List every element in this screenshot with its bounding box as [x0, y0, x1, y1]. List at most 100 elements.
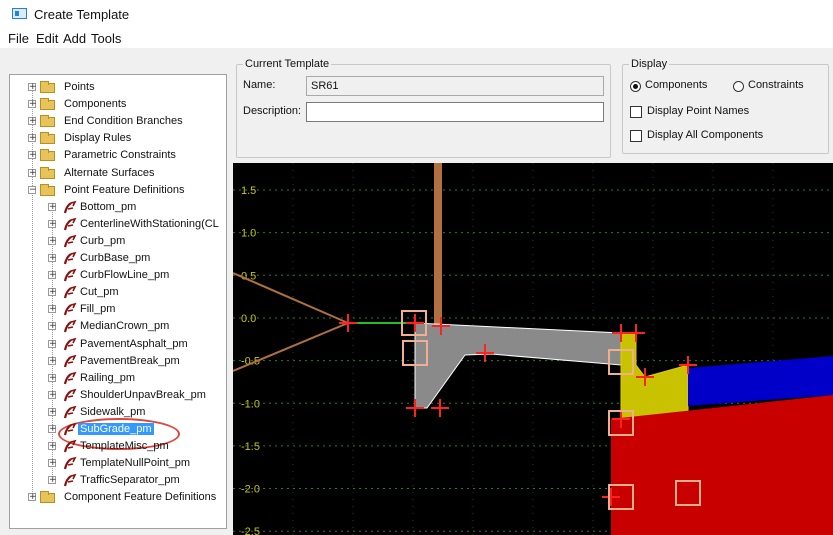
expand-icon[interactable]: +: [48, 373, 57, 382]
y-tick-label: 1.0: [241, 228, 256, 240]
y-tick-label: 0.0: [241, 313, 256, 325]
tree-item-point-feature[interactable]: + CurbFlowLine_pm: [10, 268, 226, 284]
tree-item-point-feature[interactable]: + TemplateNullPoint_pm: [10, 456, 226, 472]
tree-item-point-feature[interactable]: + Sidewalk_pm: [10, 405, 226, 421]
point-feature-icon: [63, 456, 77, 470]
expand-icon[interactable]: +: [28, 100, 37, 109]
menu-edit[interactable]: Edit: [36, 31, 58, 46]
expand-icon[interactable]: +: [48, 219, 57, 228]
tree-folder-components[interactable]: + Components: [10, 97, 226, 113]
tree-folder-point-feature-definitions[interactable]: − Point Feature Definitions: [10, 183, 226, 199]
expand-icon[interactable]: +: [48, 390, 57, 399]
expand-icon[interactable]: +: [48, 356, 57, 365]
pavement-component[interactable]: [414, 322, 622, 409]
expand-icon[interactable]: +: [48, 305, 57, 314]
tree-item-label: CenterlineWithStationing(CL: [80, 217, 219, 230]
tree-item-point-feature[interactable]: + PavementBreak_pm: [10, 354, 226, 370]
point-feature-icon: [63, 337, 77, 350]
name-label: Name:: [243, 79, 276, 91]
expand-icon[interactable]: +: [48, 442, 57, 451]
expand-icon[interactable]: +: [48, 425, 57, 434]
end-condition-line-lower[interactable]: [233, 322, 349, 372]
tree-item-point-feature[interactable]: + TemplateMisc_pm: [10, 439, 226, 455]
subbase-component[interactable]: [611, 395, 833, 535]
tree-folder-points[interactable]: + Points: [10, 80, 226, 96]
name-field[interactable]: SR61: [306, 76, 604, 96]
tree-item-point-feature[interactable]: + CenterlineWithStationing(CL: [10, 217, 226, 233]
constraints-radio[interactable]: [733, 81, 744, 92]
tree-item-label: PavementBreak_pm: [80, 354, 180, 367]
menu-file[interactable]: File: [8, 31, 29, 46]
display-all-components-label: Display All Components: [647, 129, 764, 141]
point-feature-icon: [63, 320, 77, 333]
expand-icon[interactable]: +: [48, 322, 57, 331]
expand-icon[interactable]: +: [48, 339, 57, 348]
tree-item-label: Railing_pm: [80, 371, 136, 384]
tree-item-label: Parametric Constraints: [64, 149, 176, 162]
tree-item-point-feature[interactable]: + Fill_pm: [10, 302, 226, 318]
expand-icon[interactable]: +: [28, 134, 37, 143]
tree-item-label: CurbFlowLine_pm: [80, 269, 170, 282]
display-group-title: Display: [629, 58, 670, 70]
expand-icon[interactable]: +: [48, 236, 57, 245]
display-point-names-checkbox[interactable]: [630, 106, 642, 118]
y-tick-label: -1.0: [241, 398, 260, 410]
tree-item-point-feature[interactable]: + Railing_pm: [10, 371, 226, 387]
expand-icon[interactable]: +: [28, 151, 37, 160]
tree-item-point-feature[interactable]: + PavementAsphalt_pm: [10, 337, 226, 353]
tree-item-label: SubGrade_pm: [78, 423, 154, 435]
expand-icon[interactable]: +: [28, 168, 37, 177]
tree-item-point-feature[interactable]: + CurbBase_pm: [10, 251, 226, 267]
menu-bar: File Edit Add Tools: [0, 28, 833, 48]
point-feature-icon: [63, 268, 77, 282]
expand-icon[interactable]: +: [48, 288, 57, 297]
tree-item-point-feature[interactable]: + Bottom_pm: [10, 200, 226, 216]
constraints-radio-label: Constraints: [748, 79, 804, 91]
expand-icon[interactable]: +: [28, 117, 37, 126]
tree-item-point-feature[interactable]: + Curb_pm: [10, 234, 226, 250]
point-feature-icon: [63, 354, 77, 367]
template-point-marker[interactable]: [431, 399, 449, 417]
tree-item-point-feature[interactable]: + TrafficSeparator_pm: [10, 473, 226, 489]
tree-item-point-feature[interactable]: + MedianCrown_pm: [10, 319, 226, 335]
folder-icon: [40, 115, 55, 128]
point-feature-icon: [63, 285, 77, 299]
point-feature-icon: [63, 405, 77, 419]
tree-item-point-feature[interactable]: + ShoulderUnpavBreak_pm: [10, 388, 226, 404]
template-library-tree[interactable]: + Points + Components + End Condition Branche…: [9, 74, 227, 529]
tree-folder-display-rules[interactable]: + Display Rules: [10, 131, 226, 147]
display-all-components-checkbox[interactable]: [630, 130, 642, 142]
tree-item-label: Bottom_pm: [80, 200, 137, 213]
tree-folder-end-condition-branches[interactable]: + End Condition Branches: [10, 114, 226, 130]
menu-tools[interactable]: Tools: [91, 31, 121, 46]
template-point-marker[interactable]: [339, 314, 357, 332]
tree-item-point-feature[interactable]: + SubGrade_pm: [10, 422, 226, 438]
tree-folder-parametric-constraints[interactable]: + Parametric Constraints: [10, 148, 226, 164]
folder-icon: [40, 98, 55, 111]
tree-item-label: MedianCrown_pm: [80, 320, 170, 333]
tree-item-label: TemplateMisc_pm: [80, 440, 169, 453]
expand-icon[interactable]: +: [48, 476, 57, 485]
expand-icon[interactable]: +: [48, 254, 57, 263]
tree-folder-alternate-surfaces[interactable]: + Alternate Surfaces: [10, 166, 226, 182]
current-template-group-title: Current Template: [243, 58, 332, 70]
description-field[interactable]: [306, 102, 604, 122]
curb-component[interactable]: [620, 332, 689, 420]
vertical-end-condition[interactable]: [434, 163, 442, 329]
expand-icon[interactable]: +: [48, 202, 57, 211]
components-radio[interactable]: [630, 81, 641, 92]
folder-icon: [40, 81, 55, 93]
tree-item-point-feature[interactable]: + Cut_pm: [10, 285, 226, 301]
y-tick-label: -2.5: [241, 526, 260, 535]
expand-icon[interactable]: +: [48, 459, 57, 468]
template-editor-canvas[interactable]: 1.5 1.0 0.5 0.0 -0.5 -1.0 -1.5 -2.0 -2.5: [233, 163, 833, 535]
expand-icon[interactable]: +: [48, 271, 57, 280]
expand-icon[interactable]: +: [28, 83, 37, 92]
collapse-icon[interactable]: −: [28, 185, 37, 194]
expand-icon[interactable]: +: [48, 407, 57, 416]
tree-folder-component-feature-definitions[interactable]: + Component Feature Definitions: [10, 490, 226, 506]
point-feature-icon: [63, 217, 77, 231]
expand-icon[interactable]: +: [28, 493, 37, 502]
menu-add[interactable]: Add: [63, 31, 86, 46]
template-drawing[interactable]: 1.51.00.50.0-0.5-1.0-1.5-2.0-2.5: [233, 163, 833, 535]
